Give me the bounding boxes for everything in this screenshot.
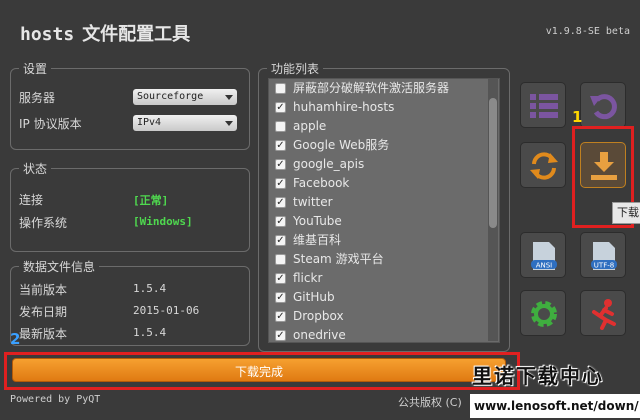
datafile-group: 数据文件信息 当前版本 1.5.4 发布日期 2015-01-06 最新版本 1… — [10, 258, 250, 346]
feature-list-item[interactable]: ✓ huhamhire-hosts — [269, 98, 499, 117]
download-tooltip: 下载 — [612, 202, 640, 224]
feature-label: Facebook — [293, 176, 350, 190]
watermark-text: 里诺下载中心 — [472, 364, 604, 388]
feature-list-item[interactable]: ✓ Facebook — [269, 174, 499, 193]
server-select[interactable]: Sourceforge — [133, 89, 237, 105]
annotation-number-2: 2 — [10, 330, 21, 348]
feature-list-item[interactable]: ✓ Google Web服务 — [269, 136, 499, 155]
watermark-url: www.lenosoft.net/down/ — [470, 394, 640, 418]
feature-list: 屏蔽部分破解软件激活服务器 ✓ huhamhire-hosts apple ✓ Googl… — [268, 78, 500, 343]
feature-checkbox[interactable] — [275, 121, 286, 132]
feature-checkbox[interactable]: ✓ — [275, 292, 286, 303]
feature-label: onedrive — [293, 328, 346, 342]
feature-list-item[interactable]: ✓ Dropbox — [269, 307, 499, 326]
settings-group: 设置 服务器 Sourceforge IP 协议版本 IPv4 — [10, 60, 250, 150]
feature-label: 维基百科 — [293, 233, 342, 247]
feature-list-item[interactable]: apple — [269, 117, 499, 136]
release-date-value: 2015-01-06 — [133, 304, 200, 317]
app-title-cn: 文件配置工具 — [82, 24, 191, 45]
feature-list-item[interactable]: 屏蔽部分破解软件激活服务器 — [269, 79, 499, 98]
running-man-icon — [592, 299, 616, 330]
feature-list-item[interactable]: ✓ 维基百科 — [269, 231, 499, 250]
feature-label: Steam 游戏平台 — [293, 252, 384, 266]
feature-list-item[interactable]: ✓ YouTube — [269, 212, 499, 231]
latest-version-value: 1.5.4 — [133, 326, 167, 339]
feature-label: 屏蔽部分破解软件激活服务器 — [293, 81, 450, 95]
feature-label: Dropbox — [293, 309, 344, 323]
feature-list-scrollbar[interactable] — [488, 78, 498, 341]
feature-checkbox[interactable]: ✓ — [275, 330, 286, 341]
feature-checkbox[interactable]: ✓ — [275, 178, 286, 189]
feature-checkbox[interactable]: ✓ — [275, 311, 286, 322]
export-ansi-button[interactable]: ANSI — [520, 232, 566, 278]
utf8-label: UTF-8 — [594, 262, 614, 270]
os-value: [Windows] — [133, 215, 193, 228]
utf8-file-icon: UTF-8 — [591, 242, 617, 270]
feature-checkbox[interactable]: ✓ — [275, 216, 286, 227]
chevron-down-icon — [225, 95, 233, 100]
status-group: 状态 连接 [正常] 操作系统 [Windows] — [10, 160, 250, 252]
status-group-title: 状态 — [19, 160, 52, 177]
app-title: hosts 文件配置工具 — [20, 20, 190, 46]
current-version-label: 当前版本 — [19, 283, 68, 297]
feature-list-item[interactable]: ✓ GitHub — [269, 288, 499, 307]
refresh-icon — [530, 152, 558, 180]
feature-list-item[interactable]: ✓ google_apis — [269, 155, 499, 174]
copyright-label: 公共版权 (C) — [398, 396, 462, 409]
ansi-label: ANSI — [536, 262, 553, 270]
undo-icon — [590, 94, 617, 120]
version-label: v1.9.8-SE beta — [545, 26, 630, 37]
ansi-file-icon: ANSI — [531, 242, 557, 270]
current-version-value: 1.5.4 — [133, 282, 167, 295]
feature-checkbox[interactable]: ✓ — [275, 273, 286, 284]
settings-group-title: 设置 — [19, 60, 52, 77]
feature-checkbox[interactable] — [275, 254, 286, 265]
feature-list-item[interactable]: ✓ onedrive — [269, 326, 499, 342]
ip-version-select-value: IPv4 — [137, 117, 162, 128]
feature-list-item[interactable]: ✓ twitter — [269, 193, 499, 212]
refresh-button[interactable] — [520, 142, 566, 188]
feature-label: google_apis — [293, 157, 365, 171]
annotation-number-1: 1 — [572, 108, 583, 126]
gear-icon — [531, 301, 557, 327]
connection-status: [正常] — [133, 194, 169, 207]
server-label: 服务器 — [19, 91, 56, 105]
ip-version-select[interactable]: IPv4 — [133, 115, 237, 131]
connection-label: 连接 — [19, 193, 44, 207]
list-icon — [530, 94, 558, 118]
latest-version-label: 最新版本 — [19, 327, 68, 341]
feature-list-item[interactable]: Steam 游戏平台 — [269, 250, 499, 269]
export-utf8-button[interactable]: UTF-8 — [580, 232, 626, 278]
feature-label: GitHub — [293, 290, 335, 304]
datafile-group-title: 数据文件信息 — [19, 258, 100, 275]
powered-by-label: Powered by PyQT — [10, 394, 101, 405]
os-label: 操作系统 — [19, 216, 68, 230]
progress-bar: 下载完成 — [12, 358, 506, 382]
feature-label: twitter — [293, 195, 333, 209]
feature-label: huhamhire-hosts — [293, 100, 395, 114]
feature-label: YouTube — [293, 214, 342, 228]
feature-label: flickr — [293, 271, 323, 285]
exit-button[interactable] — [580, 290, 626, 336]
feature-label: apple — [293, 119, 327, 133]
feature-checkbox[interactable] — [275, 83, 286, 94]
feature-list-item[interactable]: ✓ flickr — [269, 269, 499, 288]
release-date-label: 发布日期 — [19, 305, 68, 319]
chevron-down-icon — [225, 121, 233, 126]
progress-text: 下载完成 — [234, 365, 283, 379]
scrollbar-thumb[interactable] — [489, 98, 497, 228]
undo-button[interactable] — [580, 82, 626, 128]
feature-checkbox[interactable]: ✓ — [275, 159, 286, 170]
settings-button[interactable] — [520, 290, 566, 336]
features-group-title: 功能列表 — [267, 60, 324, 77]
feature-checkbox[interactable]: ✓ — [275, 235, 286, 246]
server-select-value: Sourceforge — [137, 91, 204, 102]
feature-checkbox[interactable]: ✓ — [275, 102, 286, 113]
feature-checkbox[interactable]: ✓ — [275, 197, 286, 208]
feature-checkbox[interactable]: ✓ — [275, 140, 286, 151]
feature-label: Google Web服务 — [293, 138, 390, 152]
select-functions-button[interactable] — [520, 82, 566, 128]
ip-version-label: IP 协议版本 — [19, 117, 82, 131]
app-title-latin: hosts — [20, 24, 75, 45]
